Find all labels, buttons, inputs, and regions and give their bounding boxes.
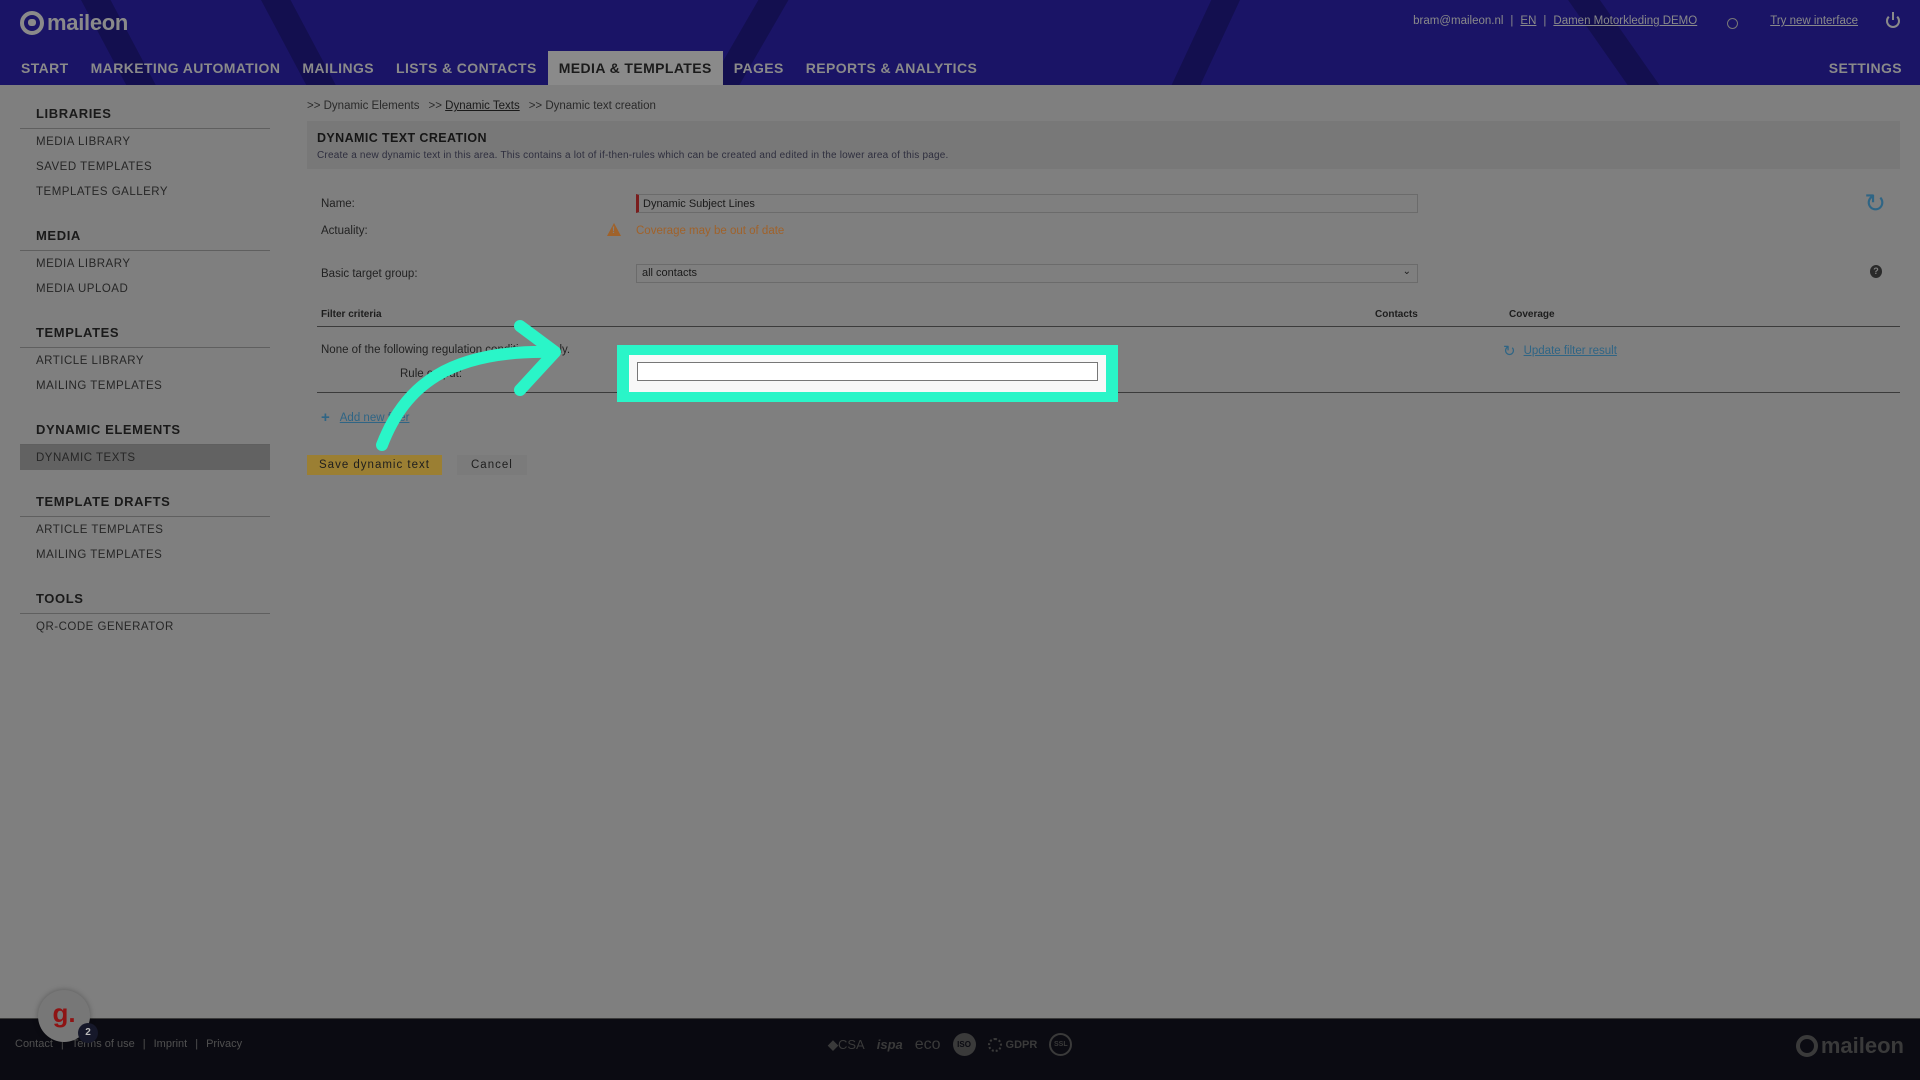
account-bar: bram@maileon.nl | EN | Damen Motorkledin… [1413, 12, 1900, 29]
guide-widget-count-badge: 2 [78, 1023, 98, 1043]
rule-output-input[interactable] [637, 361, 1098, 381]
sidebar-group-dynamic-elements: DYNAMIC ELEMENTS DYNAMIC TEXTS [20, 416, 270, 470]
nav-settings[interactable]: SETTINGS [1829, 51, 1902, 85]
try-new-interface-link[interactable]: Try new interface [1770, 15, 1858, 27]
sidebar-item-mailing-templates[interactable]: MAILING TEMPLATES [20, 373, 270, 398]
breadcrumb: >> Dynamic Elements >> Dynamic Texts >> … [307, 100, 656, 112]
info-icon[interactable] [1727, 17, 1739, 29]
sidebar-item-media-library-2[interactable]: MEDIA LIBRARY [20, 251, 270, 276]
sidebar-item-mailing-templates-drafts[interactable]: MAILING TEMPLATES [20, 542, 270, 567]
gdpr-badge-icon: GDPR [987, 1037, 1037, 1052]
sidebar-group-title: TEMPLATES [20, 319, 270, 348]
sidebar-item-templates-gallery[interactable]: TEMPLATES GALLERY [20, 179, 270, 204]
annotation-arrow-icon [376, 320, 561, 451]
page-title: DYNAMIC TEXT CREATION [317, 131, 487, 145]
sidebar-group-title: MEDIA [20, 222, 270, 251]
breadcrumb-dynamic-texts-link[interactable]: Dynamic Texts [445, 100, 520, 112]
name-label: Name: [321, 198, 355, 210]
page-header-box: DYNAMIC TEXT CREATION Create a new dynam… [307, 121, 1900, 169]
footer: Contact | Terms of use | Imprint | Privacy … [0, 1018, 1920, 1080]
refresh-icon[interactable]: ↻ [1864, 190, 1886, 216]
sidebar-group-templates: TEMPLATES ARTICLE LIBRARY MAILING TEMPLA… [20, 319, 270, 398]
main-content: >> Dynamic Elements >> Dynamic Texts >> … [307, 100, 1900, 475]
sidebar-item-qr-code-generator[interactable]: QR-CODE GENERATOR [20, 614, 270, 639]
sidebar-group-tools: TOOLS QR-CODE GENERATOR [20, 585, 270, 639]
refresh-small-icon: ↻ [1503, 343, 1516, 360]
language-link[interactable]: EN [1520, 15, 1536, 27]
nav-media-templates[interactable]: MEDIA & TEMPLATES [547, 51, 723, 85]
sidebar: LIBRARIES MEDIA LIBRARY SAVED TEMPLATES … [20, 100, 270, 657]
help-icon[interactable]: ? [1870, 265, 1882, 278]
page-description: Create a new dynamic text in this area. … [317, 150, 949, 161]
sidebar-group-title: TEMPLATE DRAFTS [20, 488, 270, 517]
footer-imprint-link[interactable]: Imprint [154, 1038, 188, 1050]
breadcrumb-current: >> Dynamic text creation [528, 100, 656, 112]
warning-icon [607, 223, 621, 236]
iso-badge-icon: ISO [952, 1033, 976, 1056]
main-nav: START MARKETING AUTOMATION MAILINGS LIST… [0, 51, 988, 85]
ssl-badge-icon: SSL [1049, 1033, 1073, 1056]
name-input[interactable] [636, 194, 1418, 213]
account-link[interactable]: Damen Motorkleding DEMO [1553, 15, 1697, 27]
maileon-logo-icon [1795, 1035, 1818, 1057]
footer-contact-link[interactable]: Contact [15, 1038, 53, 1050]
certification-badges: ◆CSA ispa eco ISO GDPR SSL [828, 1033, 1073, 1056]
sidebar-item-article-library[interactable]: ARTICLE LIBRARY [20, 348, 270, 373]
sidebar-group-title: TOOLS [20, 585, 270, 614]
target-group-label: Basic target group: [321, 268, 418, 280]
col-coverage: Coverage [1509, 309, 1555, 320]
sidebar-group-title: LIBRARIES [20, 100, 270, 129]
nav-mailings[interactable]: MAILINGS [291, 51, 385, 85]
update-filter-result-link[interactable]: Update filter result [1524, 345, 1617, 357]
maileon-logo-icon [20, 11, 44, 35]
sidebar-group-title: DYNAMIC ELEMENTS [20, 416, 270, 445]
sidebar-group-media: MEDIA MEDIA LIBRARY MEDIA UPLOAD [20, 222, 270, 301]
chevron-down-icon: ⌄ [1402, 266, 1411, 277]
target-group-select[interactable]: all contacts ⌄ [636, 264, 1418, 283]
actuality-label: Actuality: [321, 225, 368, 237]
nav-reports-analytics[interactable]: REPORTS & ANALYTICS [795, 51, 988, 85]
maileon-logo[interactable]: maileon [20, 10, 128, 36]
footer-maileon-logo: maileon [1795, 1033, 1904, 1059]
sidebar-item-saved-templates[interactable]: SAVED TEMPLATES [20, 154, 270, 179]
csa-badge-icon: ◆CSA [828, 1036, 865, 1052]
user-email: bram@maileon.nl [1413, 15, 1504, 27]
plus-icon: + [321, 409, 330, 426]
sidebar-item-article-templates[interactable]: ARTICLE TEMPLATES [20, 517, 270, 542]
sidebar-group-libraries: LIBRARIES MEDIA LIBRARY SAVED TEMPLATES … [20, 100, 270, 204]
sidebar-item-media-library[interactable]: MEDIA LIBRARY [20, 129, 270, 154]
nav-marketing-automation[interactable]: MARKETING AUTOMATION [80, 51, 292, 85]
col-contacts: Contacts [1375, 309, 1418, 320]
actuality-warning: Coverage may be out of date [636, 225, 785, 237]
footer-privacy-link[interactable]: Privacy [206, 1038, 242, 1050]
nav-pages[interactable]: PAGES [723, 51, 795, 85]
ispa-badge-icon: ispa [876, 1037, 903, 1052]
eco-badge-icon: eco [914, 1035, 941, 1053]
logout-power-icon[interactable] [1886, 12, 1900, 28]
footer-links: Contact | Terms of use | Imprint | Privacy [15, 1038, 243, 1050]
breadcrumb-dynamic-elements: >> Dynamic Elements [307, 100, 420, 112]
sidebar-item-dynamic-texts[interactable]: DYNAMIC TEXTS [20, 445, 270, 470]
nav-start[interactable]: START [0, 51, 80, 85]
top-header: maileon bram@maileon.nl | EN | Damen Mot… [0, 0, 1920, 85]
nav-lists-contacts[interactable]: LISTS & CONTACTS [385, 51, 548, 85]
update-filter-result[interactable]: ↻ Update filter result [1503, 342, 1617, 360]
sidebar-group-template-drafts: TEMPLATE DRAFTS ARTICLE TEMPLATES MAILIN… [20, 488, 270, 567]
sidebar-item-media-upload[interactable]: MEDIA UPLOAD [20, 276, 270, 301]
highlighted-rule-output-box [617, 345, 1118, 402]
